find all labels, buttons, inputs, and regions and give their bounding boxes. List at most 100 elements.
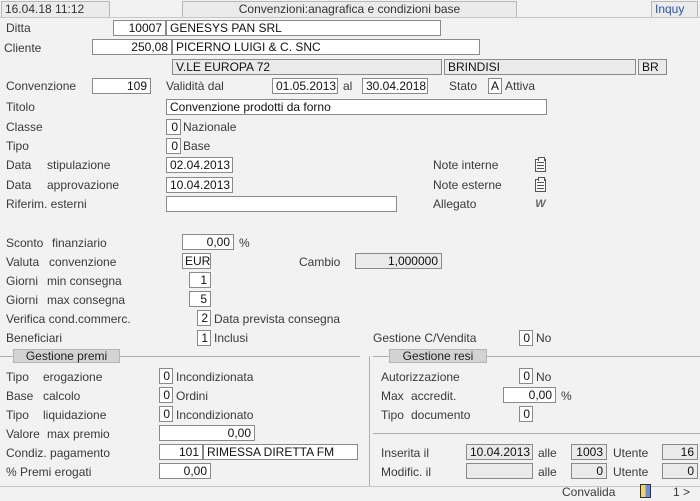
verifica-label: Verifica cond.commerc. <box>6 312 131 326</box>
validita-to-field[interactable]: 30.04.2018 <box>362 78 428 94</box>
giorni-max-label-2: max consegna <box>47 293 126 307</box>
datetime-display: 16.04.18 11:12 <box>1 1 110 18</box>
condiz-pagamento-label: Condiz. pagamento <box>6 446 111 460</box>
sconto-field[interactable]: 0,00 <box>182 234 234 250</box>
allegato-label: Allegato <box>433 197 477 211</box>
convenzione-number-field[interactable]: 109 <box>92 78 151 94</box>
modific-label: Modific. il <box>381 465 432 479</box>
condiz-pagamento-desc-field: RIMESSA DIRETTA FM <box>203 444 358 460</box>
giorni-min-label-2: min consegna <box>47 274 122 288</box>
inserita-utente-label: Utente <box>613 446 649 460</box>
tipo-documento-label-2: documento <box>411 408 471 422</box>
data-stipulazione-label: Data <box>6 158 32 172</box>
tipo-erogazione-desc: Incondizionata <box>176 370 254 384</box>
max-accredit-label-2: accredit. <box>411 389 457 403</box>
modific-date-field <box>466 463 533 479</box>
giorni-min-label: Giorni <box>6 274 39 288</box>
classe-label: Classe <box>6 120 43 134</box>
valore-max-field[interactable]: 0,00 <box>159 425 255 441</box>
valore-max-label: Valore <box>6 427 40 441</box>
cliente-code-field[interactable]: 250,08 <box>92 39 172 55</box>
sections-vertical-divider <box>369 356 370 486</box>
riferim-field[interactable] <box>166 196 397 212</box>
data-stipulazione-field[interactable]: 02.04.2013 <box>166 157 233 173</box>
tipo-erogazione-label: Tipo <box>6 370 29 384</box>
valuta-label-2: convenzione <box>49 255 117 269</box>
window-title: Convenzioni:anagrafica e condizioni base <box>182 1 517 18</box>
giorni-max-field[interactable]: 5 <box>189 291 211 307</box>
verifica-code-field[interactable]: 2 <box>197 310 211 326</box>
classe-code-field[interactable]: 0 <box>166 119 181 135</box>
condiz-pagamento-code-field[interactable]: 101 <box>159 444 203 460</box>
attachment-icon[interactable]: W <box>532 197 549 211</box>
premi-erogati-field[interactable]: 0,00 <box>159 463 211 479</box>
modific-time-field: 0 <box>571 463 607 479</box>
base-calcolo-code-field[interactable]: 0 <box>159 387 173 403</box>
inserita-alle-label: alle <box>538 446 557 460</box>
max-accredit-unit: % <box>561 389 572 403</box>
beneficiari-desc: Inclusi <box>214 331 249 345</box>
ditta-name-field[interactable]: GENESYS PAN SRL <box>166 20 441 36</box>
cambio-label: Cambio <box>299 255 341 269</box>
modific-user-field: 0 <box>662 463 698 479</box>
beneficiari-code-field[interactable]: 1 <box>197 330 211 346</box>
data-stipulazione-label-2: stipulazione <box>47 158 111 172</box>
tipo-liquidazione-label-2: liquidazione <box>43 408 107 422</box>
tipo-documento-label: Tipo <box>381 408 404 422</box>
autorizzazione-label: Autorizzazione <box>381 370 460 384</box>
modific-utente-label: Utente <box>613 465 649 479</box>
titolo-label: Titolo <box>6 100 35 114</box>
premi-erogati-label: % Premi erogati <box>6 465 92 479</box>
stato-desc: Attiva <box>505 79 536 93</box>
data-approvazione-label: Data <box>6 178 32 192</box>
tipo-code-field[interactable]: 0 <box>166 138 181 154</box>
gestione-premi-header: Gestione premi <box>13 349 120 363</box>
modific-alle-label: alle <box>538 465 557 479</box>
gestione-resi-header: Gestione resi <box>389 349 487 363</box>
cliente-label: Cliente <box>4 41 42 55</box>
beneficiari-label: Beneficiari <box>6 331 63 345</box>
mode-indicator[interactable]: Inquy <box>651 1 698 18</box>
inserita-time-field: 1003 <box>571 444 607 460</box>
max-accredit-label: Max <box>381 389 404 403</box>
valuta-field[interactable]: EUR <box>182 253 211 269</box>
note-interne-icon[interactable] <box>535 157 546 172</box>
note-esterne-label: Note esterne <box>433 178 502 192</box>
convalida-button[interactable]: Convalida <box>562 485 615 499</box>
tipo-desc: Base <box>183 139 211 153</box>
validita-from-field[interactable]: 01.05.2013 <box>272 78 338 94</box>
titolo-field[interactable]: Convenzione prodotti da forno <box>166 99 547 115</box>
page-icon[interactable] <box>640 484 651 498</box>
valuta-label: Valuta <box>6 255 40 269</box>
autorizzazione-code-field[interactable]: 0 <box>519 368 533 384</box>
page-indicator[interactable]: 1 > <box>673 485 690 499</box>
tipo-label: Tipo <box>6 139 29 153</box>
stato-label: Stato <box>449 79 478 93</box>
max-accredit-field[interactable]: 0,00 <box>503 387 556 403</box>
gestione-cv-label: Gestione C/Vendita <box>373 331 477 345</box>
verifica-desc: Data prevista consegna <box>214 312 341 326</box>
inserita-label: Inserita il <box>381 446 430 460</box>
autorizzazione-desc: No <box>536 370 552 384</box>
tipo-erogazione-code-field[interactable]: 0 <box>159 368 173 384</box>
data-approvazione-field[interactable]: 10.04.2013 <box>166 177 233 193</box>
sconto-unit: % <box>239 236 250 250</box>
tipo-liquidazione-desc: Incondizionato <box>176 408 254 422</box>
cliente-name-field[interactable]: PICERNO LUIGI & C. SNC <box>172 39 480 55</box>
giorni-min-field[interactable]: 1 <box>189 272 211 288</box>
audit-divider <box>373 433 700 434</box>
inserita-user-field: 16 <box>662 444 698 460</box>
gestione-cv-desc: No <box>536 331 552 345</box>
gestione-cv-code-field[interactable]: 0 <box>519 330 533 346</box>
stato-code-field[interactable]: A <box>488 78 502 94</box>
inserita-date-field: 10.04.2013 <box>466 444 533 460</box>
ditta-label: Ditta <box>6 21 31 35</box>
note-esterne-icon[interactable] <box>535 177 546 192</box>
cambio-field: 1,000000 <box>355 253 442 269</box>
base-calcolo-label-2: calcolo <box>43 389 81 403</box>
validita-al-label: al <box>343 79 353 93</box>
tipo-liquidazione-code-field[interactable]: 0 <box>159 406 173 422</box>
valore-max-label-2: max premio <box>47 427 110 441</box>
ditta-code-field[interactable]: 10007 <box>113 20 166 36</box>
tipo-documento-code-field[interactable]: 0 <box>519 406 533 422</box>
